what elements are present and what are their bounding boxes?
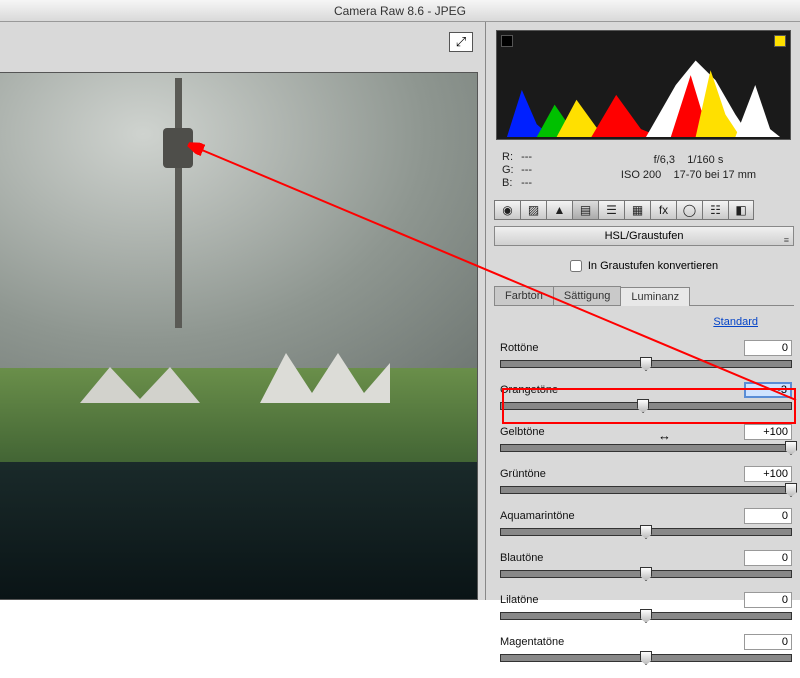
tab-split-icon[interactable]: ☰ [598, 200, 624, 220]
slider-value-input[interactable] [744, 340, 792, 356]
slider-row-orangetöne: Orangetöne [500, 384, 792, 410]
slider-track[interactable] [500, 570, 792, 578]
preview-water [0, 462, 477, 599]
slider-row-gelbtöne: Gelbtöne [500, 426, 792, 452]
convert-grayscale-label: In Graustufen konvertieren [588, 260, 718, 272]
tab-snapshots-icon[interactable]: ◧ [728, 200, 754, 220]
preview-grass [0, 368, 477, 473]
exif-readout: f/6,3 1/160 s ISO 200 17-70 bei 17 mm [576, 147, 791, 191]
slider-value-input[interactable] [744, 424, 792, 440]
panel-title-bar: HSL/Graustufen ≡ [494, 226, 794, 246]
preview-column: ⤢ [0, 22, 485, 600]
slider-value-input[interactable] [744, 550, 792, 566]
lens-value: 17-70 bei 17 mm [674, 169, 757, 181]
tab-presets-icon[interactable]: ☷ [702, 200, 728, 220]
preview-tower [175, 78, 182, 328]
histogram-svg [497, 31, 790, 139]
slider-value-input[interactable] [744, 382, 792, 398]
g-value: --- [521, 164, 532, 176]
main-split: ⤢ [0, 22, 800, 600]
highlight-clip-indicator[interactable] [774, 35, 786, 47]
slider-handle[interactable] [640, 525, 652, 539]
rgb-readout: R: --- G: --- B: --- [496, 147, 576, 191]
tab-lens-icon[interactable]: ▦ [624, 200, 650, 220]
tab-camera-icon[interactable]: ◯ [676, 200, 702, 220]
tab-curve-icon[interactable]: ▨ [520, 200, 546, 220]
fullscreen-button[interactable]: ⤢ [449, 32, 473, 52]
b-label: B: [502, 177, 518, 190]
shadow-clip-indicator[interactable] [501, 35, 513, 47]
slider-track[interactable] [500, 612, 792, 620]
panel-tab-strip: ◉ ▨ ▲ ▤ ☰ ▦ fx ◯ ☷ ◧ [494, 200, 794, 222]
slider-track[interactable] [500, 486, 792, 494]
slider-value-input[interactable] [744, 634, 792, 650]
slider-row-aquamarintöne: Aquamarintöne [500, 510, 792, 536]
g-label: G: [502, 164, 518, 177]
slider-row-grüntöne: Grüntöne [500, 468, 792, 494]
convert-grayscale-checkbox[interactable] [570, 260, 582, 272]
slider-value-input[interactable] [744, 508, 792, 524]
tab-luminance[interactable]: Luminanz [620, 287, 690, 306]
standard-link[interactable]: Standard [713, 316, 758, 328]
iso-value: ISO 200 [621, 169, 661, 181]
slider-row-magentatöne: Magentatöne [500, 636, 792, 662]
slider-handle[interactable] [640, 609, 652, 623]
slider-track[interactable] [500, 528, 792, 536]
histogram[interactable] [496, 30, 791, 140]
slider-handle[interactable] [640, 651, 652, 665]
b-value: --- [521, 177, 532, 189]
slider-handle[interactable] [785, 441, 797, 455]
slider-track[interactable] [500, 444, 792, 452]
adjustments-panel: R: --- G: --- B: --- f/6,3 1/160 s ISO 2… [485, 22, 800, 600]
tab-detail-icon[interactable]: ▲ [546, 200, 572, 220]
tab-basic-icon[interactable]: ◉ [494, 200, 520, 220]
slider-row-blautöne: Blautöne [500, 552, 792, 578]
panel-menu-icon[interactable]: ≡ [784, 231, 789, 249]
tab-saturation[interactable]: Sättigung [553, 286, 621, 305]
preview-image[interactable] [0, 72, 478, 600]
hsl-sub-tabs: Farbton Sättigung Luminanz [494, 286, 794, 306]
slider-handle[interactable] [640, 357, 652, 371]
fullscreen-icon: ⤢ [456, 34, 466, 49]
slider-track[interactable] [500, 654, 792, 662]
r-label: R: [502, 151, 518, 164]
convert-grayscale-row: In Graustufen konvertieren [494, 256, 794, 276]
tab-hsl-icon[interactable]: ▤ [572, 200, 598, 220]
slider-handle[interactable] [637, 399, 649, 413]
tab-hue[interactable]: Farbton [494, 286, 554, 305]
shutter-value: 1/160 s [687, 154, 723, 166]
metadata-readout: R: --- G: --- B: --- f/6,3 1/160 s ISO 2… [496, 147, 791, 191]
preview-sky [0, 73, 477, 378]
r-value: --- [521, 151, 532, 163]
slider-value-input[interactable] [744, 592, 792, 608]
slider-track[interactable] [500, 402, 792, 410]
aperture-value: f/6,3 [654, 154, 675, 166]
window-title: Camera Raw 8.6 - JPEG [334, 4, 466, 18]
slider-row-rottöne: Rottöne [500, 342, 792, 368]
slider-value-input[interactable] [744, 466, 792, 482]
slider-handle[interactable] [785, 483, 797, 497]
slider-track[interactable] [500, 360, 792, 368]
preview-tower-bulb [163, 128, 193, 168]
luminance-sliders: Rottöne Orangetöne Gelbtöne Grüntöne Aquamar… [500, 342, 792, 678]
panel-title-label: HSL/Graustufen [605, 230, 684, 242]
window-titlebar: Camera Raw 8.6 - JPEG [0, 0, 800, 22]
slider-row-lilatöne: Lilatöne [500, 594, 792, 620]
tab-fx-icon[interactable]: fx [650, 200, 676, 220]
slider-handle[interactable] [640, 567, 652, 581]
